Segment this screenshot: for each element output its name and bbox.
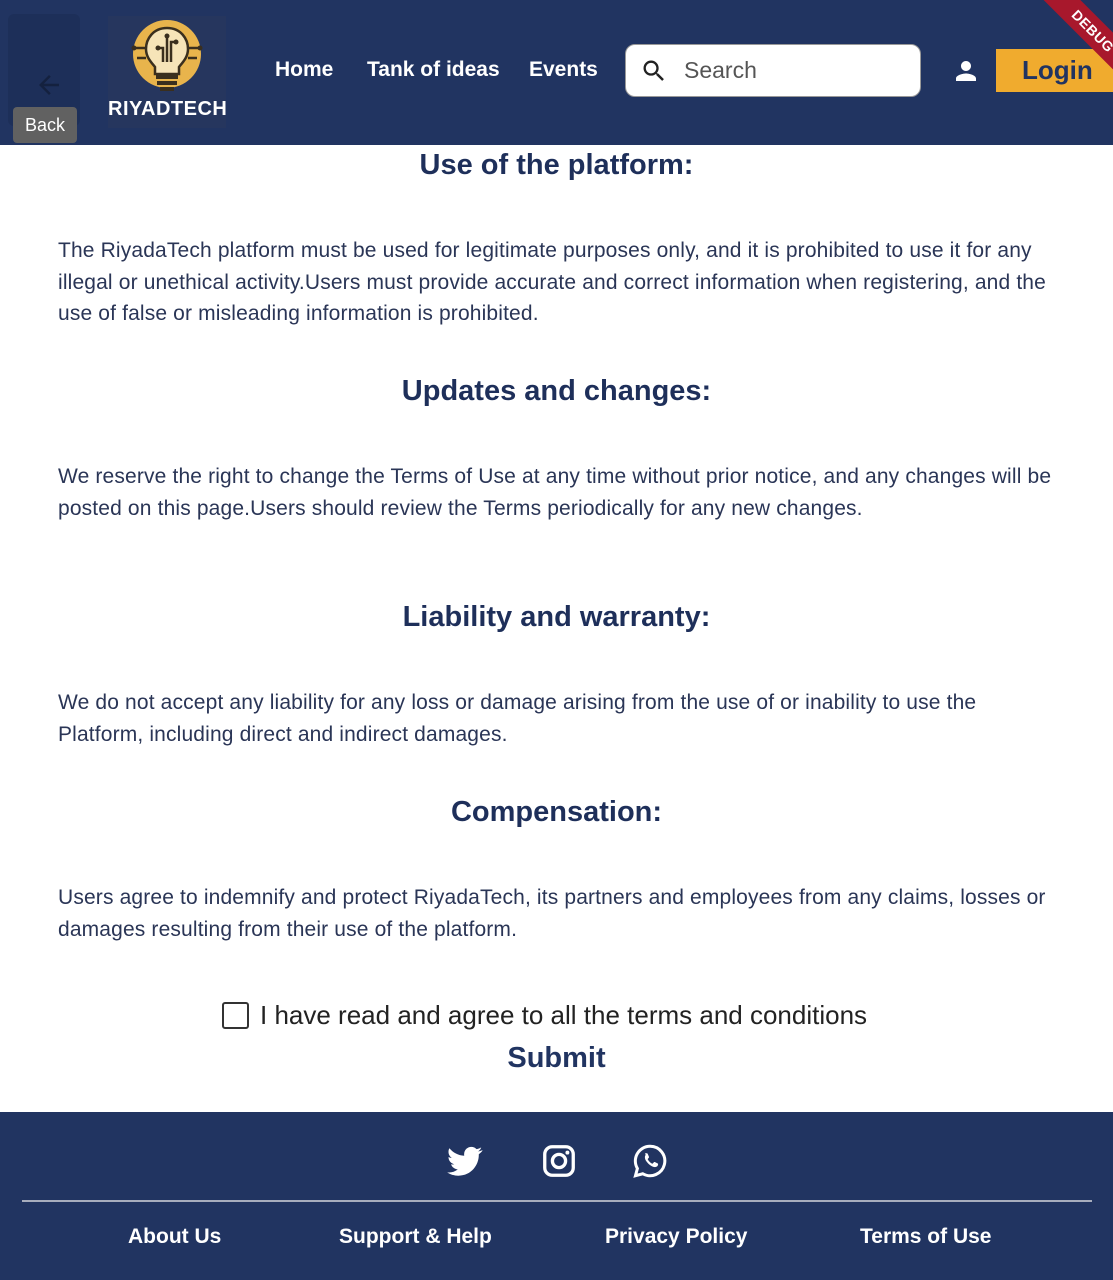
footer-link-terms-of-use[interactable]: Terms of Use [860, 1225, 992, 1249]
nav-home[interactable]: Home [275, 58, 333, 82]
agree-label[interactable]: I have read and agree to all the terms a… [260, 999, 867, 1031]
section-title: Compensation: [450, 796, 663, 828]
nav-events[interactable]: Events [529, 58, 598, 82]
twitter-icon[interactable] [447, 1143, 483, 1179]
submit-button[interactable]: Submit [0, 1042, 1113, 1075]
section-title: Use of the platform: [419, 149, 694, 181]
instagram-icon[interactable] [541, 1143, 577, 1179]
footer-link-support-help[interactable]: Support & Help [339, 1225, 492, 1249]
whatsapp-icon[interactable] [632, 1143, 668, 1179]
section-title: Liability and warranty: [402, 601, 711, 633]
search-box[interactable] [625, 44, 921, 97]
section-body: We do not accept any liability for any l… [58, 691, 977, 746]
back-tooltip: Back [13, 107, 77, 143]
section-body: We reserve the right to change the Terms… [58, 465, 1052, 520]
person-icon[interactable] [951, 56, 981, 86]
footer: About Us Support & Help Privacy Policy T… [0, 1112, 1113, 1280]
arrow-left-icon [39, 75, 59, 95]
footer-link-privacy-policy[interactable]: Privacy Policy [605, 1225, 747, 1249]
agree-checkbox[interactable] [222, 1002, 249, 1029]
section-body: Users agree to indemnify and protect Riy… [58, 886, 1046, 941]
logo-text: RIYADTECH [108, 98, 228, 120]
section-body: The RiyadaTech platform must be used for… [58, 239, 1046, 325]
search-input[interactable] [684, 45, 910, 96]
footer-divider [22, 1200, 1092, 1202]
section-title: Updates and changes: [401, 375, 712, 407]
lightbulb-logo-icon [131, 20, 203, 91]
footer-link-about-us[interactable]: About Us [128, 1225, 221, 1249]
logo[interactable]: RIYADTECH [108, 16, 228, 128]
search-icon [643, 60, 664, 81]
login-button[interactable]: Login [996, 49, 1113, 92]
app-header: Back RIYADTECH Home Tank of ideas Events… [0, 0, 1113, 145]
nav-tank-of-ideas[interactable]: Tank of ideas [367, 58, 500, 82]
